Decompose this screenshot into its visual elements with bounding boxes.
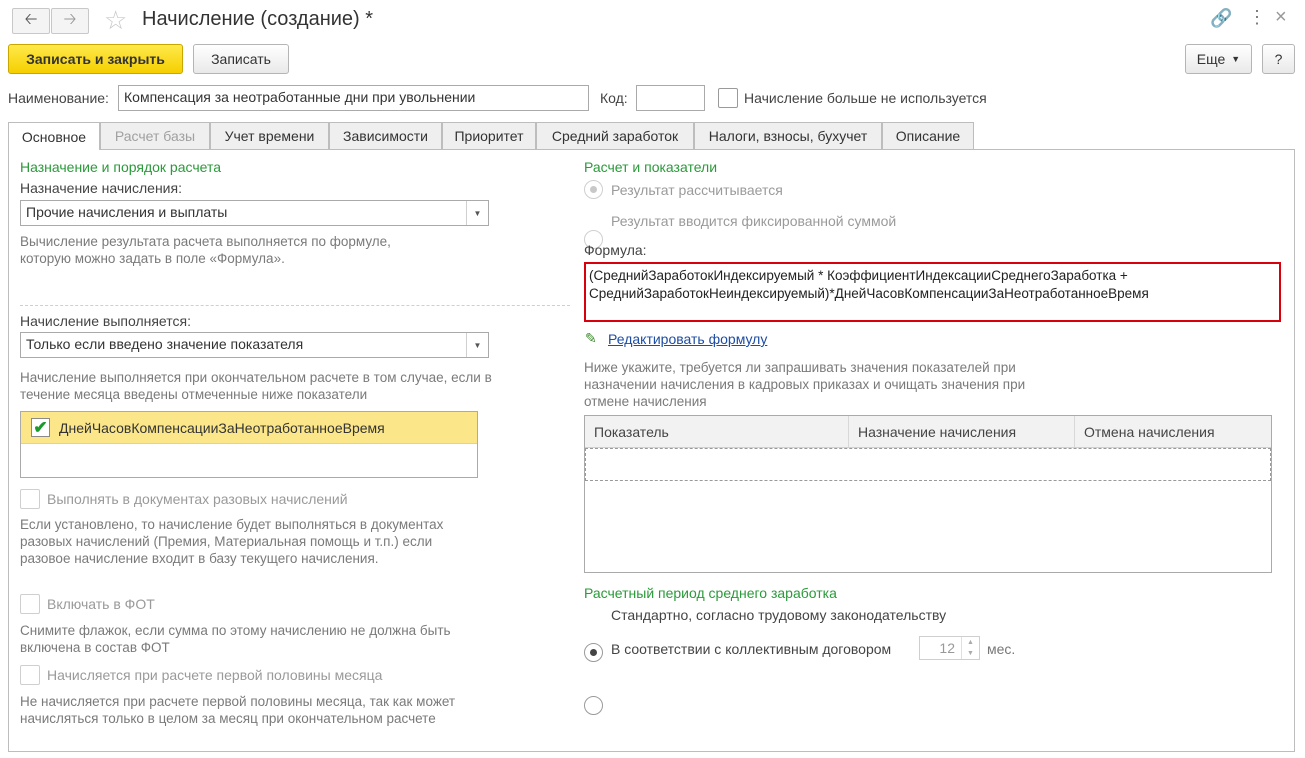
close-icon[interactable]: × — [1275, 6, 1287, 29]
favorite-star-icon[interactable]: ☆ — [104, 5, 127, 36]
tab-description[interactable]: Описание — [882, 122, 974, 149]
window-title: Начисление (создание) * — [142, 8, 374, 30]
exec-select[interactable]: Только если введено значение показателя … — [20, 332, 489, 358]
formula-label: Формула: — [584, 242, 647, 258]
fot-label: Включать в ФОТ — [47, 596, 155, 612]
indicators-hint: Ниже укажите, требуется ли запрашивать з… — [584, 360, 1026, 409]
calc-section-title: Расчет и показатели — [584, 159, 718, 175]
arrow-right-icon: 🡢 — [63, 10, 77, 28]
result-calculated-label: Результат рассчитывается — [611, 182, 783, 198]
exec-label: Начисление выполняется: — [20, 313, 191, 329]
exec-select-value: Только если введено значение показателя — [26, 336, 304, 352]
save-and-close-button[interactable]: Записать и закрыть — [8, 44, 183, 74]
tab-main[interactable]: Основное — [8, 122, 100, 150]
column-header-indicator[interactable]: Показатель — [585, 416, 849, 447]
pencil-icon: ✎ — [585, 330, 597, 346]
first-half-checkbox[interactable] — [20, 665, 40, 685]
indicator-item-label: ДнейЧасовКомпенсацииЗаНеотработанноеВрем… — [59, 419, 385, 436]
months-unit: мес. — [987, 641, 1016, 657]
period-collective-radio[interactable] — [584, 696, 603, 715]
fot-checkbox[interactable] — [20, 594, 40, 614]
one-time-checkbox[interactable] — [20, 489, 40, 509]
column-header-cancel[interactable]: Отмена начисления — [1075, 416, 1271, 447]
dropdown-arrow-icon: ▼ — [1231, 54, 1241, 64]
period-section-title: Расчетный период среднего заработка — [584, 585, 837, 601]
indicators-table[interactable]: Показатель Назначение начисления Отмена … — [584, 415, 1272, 573]
result-calculated-radio[interactable] — [584, 180, 603, 199]
one-time-hint: Если установлено, то начисление будет вы… — [20, 517, 444, 566]
exec-hint: Начисление выполняется при окончательном… — [20, 370, 492, 402]
unused-checkbox[interactable] — [718, 88, 738, 108]
save-button[interactable]: Записать — [193, 44, 289, 74]
divider — [20, 305, 570, 306]
code-input[interactable] — [636, 85, 705, 111]
more-vertical-icon[interactable]: ⋮ — [1248, 7, 1266, 28]
unused-label: Начисление больше не используется — [744, 90, 987, 106]
checkmark-icon[interactable]: ✔ — [31, 418, 50, 437]
indicators-list[interactable]: ✔ ДнейЧасовКомпенсацииЗаНеотработанноеВр… — [20, 411, 478, 478]
months-value: 12 — [939, 640, 955, 656]
first-half-hint: Не начисляется при расчете первой полови… — [20, 694, 456, 726]
more-label: Еще — [1196, 51, 1226, 67]
name-label: Наименование: — [8, 90, 109, 106]
tab-base-calc[interactable]: Расчет базы — [100, 122, 210, 149]
dropdown-arrow-icon[interactable]: ▼ — [466, 333, 488, 357]
result-fixed-label: Результат вводится фиксированной суммой — [611, 213, 897, 229]
formula-field[interactable]: (СреднийЗаработокИндексируемый * Коэффиц… — [584, 262, 1281, 322]
name-input[interactable]: Компенсация за неотработанные дни при ув… — [118, 85, 589, 111]
period-standard-radio[interactable] — [584, 643, 603, 662]
arrow-left-icon: 🡠 — [24, 10, 38, 28]
column-header-purpose[interactable]: Назначение начисления — [849, 416, 1075, 447]
purpose-section-title: Назначение и порядок расчета — [20, 159, 222, 175]
back-button[interactable]: 🡠 — [12, 8, 50, 34]
months-stepper[interactable]: 12 ▲ ▼ — [919, 636, 980, 660]
first-half-label: Начисляется при расчете первой половины … — [47, 667, 383, 683]
more-button[interactable]: Еще ▼ — [1185, 44, 1252, 74]
purpose-hint: Вычисление результата расчета выполняетс… — [20, 234, 391, 266]
link-icon[interactable]: 🔗 — [1210, 8, 1232, 29]
one-time-label: Выполнять в документах разовых начислени… — [47, 491, 348, 507]
chevron-up-icon[interactable]: ▲ — [967, 639, 974, 646]
code-label: Код: — [600, 90, 628, 106]
forward-button[interactable]: 🡢 — [51, 8, 89, 34]
edit-formula-link[interactable]: Редактировать формулу — [608, 331, 767, 347]
stepper-arrows[interactable]: ▲ ▼ — [961, 637, 979, 659]
help-button[interactable]: ? — [1262, 44, 1295, 74]
list-item[interactable]: ✔ ДнейЧасовКомпенсацииЗаНеотработанноеВр… — [21, 412, 477, 444]
table-row[interactable] — [585, 448, 1271, 481]
tab-time-accounting[interactable]: Учет времени — [210, 122, 329, 149]
tab-average-earnings[interactable]: Средний заработок — [536, 122, 694, 149]
tab-priority[interactable]: Приоритет — [442, 122, 536, 149]
formula-line-1: (СреднийЗаработокИндексируемый * Коэффиц… — [589, 268, 1128, 283]
purpose-label: Назначение начисления: — [20, 180, 182, 196]
fot-hint: Снимите флажок, если сумма по этому начи… — [20, 623, 451, 655]
chevron-down-icon[interactable]: ▼ — [967, 650, 974, 657]
period-collective-label: В соответствии с коллективным договором — [611, 641, 892, 657]
formula-line-2: СреднийЗаработокНеиндексируемый)*ДнейЧас… — [589, 286, 1149, 301]
tab-taxes[interactable]: Налоги, взносы, бухучет — [694, 122, 882, 149]
tab-dependencies[interactable]: Зависимости — [329, 122, 442, 149]
period-standard-label: Стандартно, согласно трудовому законодат… — [611, 607, 947, 623]
purpose-select-value: Прочие начисления и выплаты — [26, 204, 228, 220]
purpose-select[interactable]: Прочие начисления и выплаты ▼ — [20, 200, 489, 226]
dropdown-arrow-icon[interactable]: ▼ — [466, 201, 488, 225]
